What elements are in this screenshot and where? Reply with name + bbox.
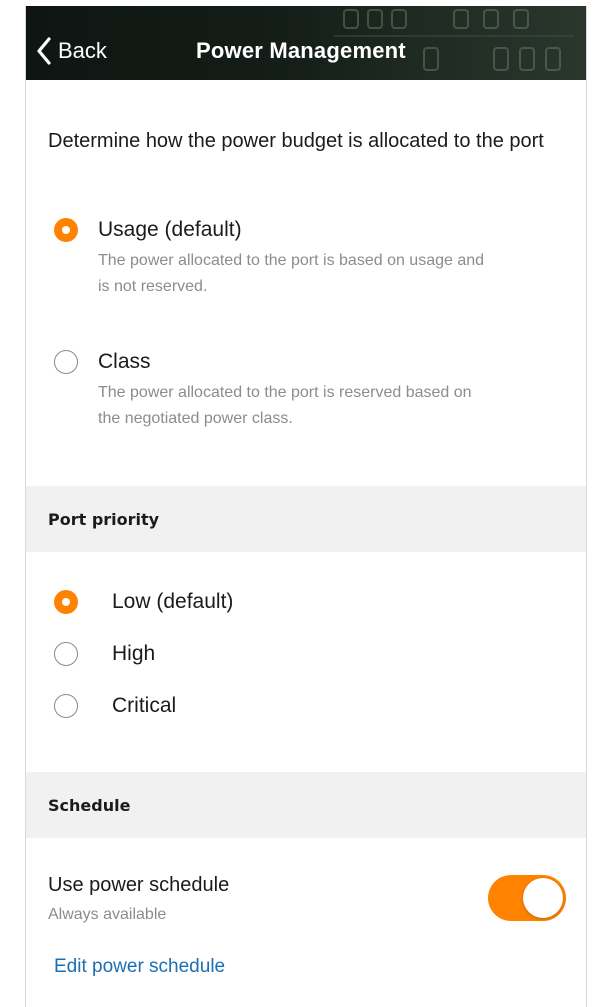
radio-usage-description: The power allocated to the port is based… xyxy=(98,252,485,295)
page-title: Power Management xyxy=(196,38,406,63)
nav-header: Back Power Management xyxy=(26,6,586,80)
use-power-schedule-label: Use power schedule xyxy=(48,874,230,896)
section-header-port-priority: Port priority xyxy=(26,486,586,552)
back-button[interactable]: Back xyxy=(36,34,107,68)
radio-option-low[interactable]: Low (default) xyxy=(54,590,233,614)
toggle-knob xyxy=(523,878,563,918)
radio-class[interactable] xyxy=(54,350,78,374)
radio-usage-label: Usage (default) xyxy=(98,218,242,241)
radio-option-critical[interactable]: Critical xyxy=(54,694,176,718)
edit-power-schedule-link[interactable]: Edit power schedule xyxy=(54,956,225,978)
app-screen: Back Power Management Determine how the … xyxy=(25,6,587,1007)
radio-option-class[interactable]: Class The power allocated to the port is… xyxy=(54,350,498,432)
schedule-title: Schedule xyxy=(48,796,131,815)
chevron-left-icon xyxy=(37,37,51,65)
port-priority-title: Port priority xyxy=(48,510,160,529)
radio-low-label: Low (default) xyxy=(112,590,234,613)
radio-high[interactable] xyxy=(54,642,78,666)
use-power-schedule-sublabel: Always available xyxy=(48,906,167,923)
radio-option-usage[interactable]: Usage (default) The power allocated to t… xyxy=(54,218,498,300)
allocation-intro: Determine how the power budget is alloca… xyxy=(48,130,544,152)
radio-low[interactable] xyxy=(54,590,78,614)
radio-critical[interactable] xyxy=(54,694,78,718)
radio-class-label: Class xyxy=(98,350,151,373)
radio-option-high[interactable]: High xyxy=(54,642,155,666)
radio-high-label: High xyxy=(112,642,156,665)
back-label: Back xyxy=(58,38,107,63)
radio-class-description: The power allocated to the port is reser… xyxy=(98,384,472,427)
power-schedule-toggle[interactable] xyxy=(488,875,566,921)
section-header-schedule: Schedule xyxy=(26,772,586,838)
radio-usage[interactable] xyxy=(54,218,78,242)
radio-critical-label: Critical xyxy=(112,694,177,717)
